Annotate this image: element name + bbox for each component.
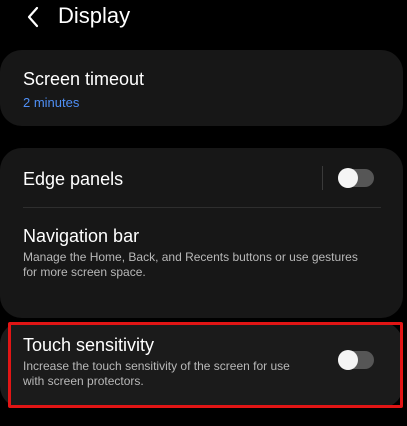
chevron-left-icon <box>27 6 39 28</box>
screen-timeout-row[interactable]: Screen timeout 2 minutes <box>0 50 403 126</box>
app-header: Display <box>0 0 407 36</box>
navigation-bar-title: Navigation bar <box>23 226 140 246</box>
touch-sensitivity-description: Increase the touch sensitivity of the sc… <box>23 359 290 388</box>
navigation-bar-row[interactable]: Navigation bar Manage the Home, Back, an… <box>0 208 403 288</box>
touch-sensitivity-title: Touch sensitivity <box>23 335 155 355</box>
screen-timeout-title: Screen timeout <box>23 69 145 89</box>
edge-panels-title: Edge panels <box>23 169 124 189</box>
back-button[interactable] <box>18 2 48 32</box>
screen-timeout-value: 2 minutes <box>23 95 80 110</box>
toggle-knob <box>338 168 358 188</box>
display-settings-card: Edge panels Navigation bar Manage the Ho… <box>0 148 403 318</box>
edge-panels-toggle[interactable] <box>338 168 374 188</box>
touch-sensitivity-row[interactable]: Touch sensitivity Increase the touch sen… <box>0 322 403 408</box>
toggle-knob <box>338 350 358 370</box>
row-divider <box>322 166 323 190</box>
navigation-bar-description: Manage the Home, Back, and Recents butto… <box>23 250 358 279</box>
page-title: Display <box>58 3 131 28</box>
edge-panels-row[interactable]: Edge panels <box>0 148 403 208</box>
touch-sensitivity-toggle[interactable] <box>338 350 374 370</box>
